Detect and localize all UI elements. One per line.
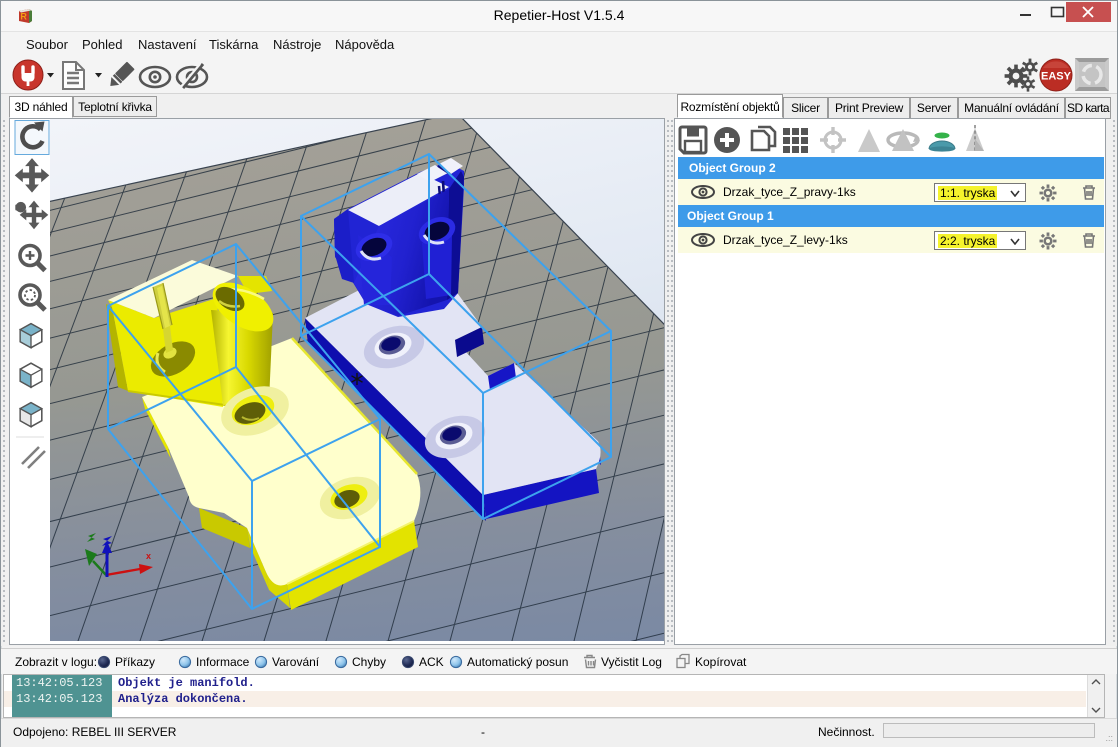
svg-text:x: x: [146, 551, 151, 561]
svg-text:R: R: [20, 12, 27, 22]
svg-text:EASY: EASY: [1041, 71, 1072, 83]
